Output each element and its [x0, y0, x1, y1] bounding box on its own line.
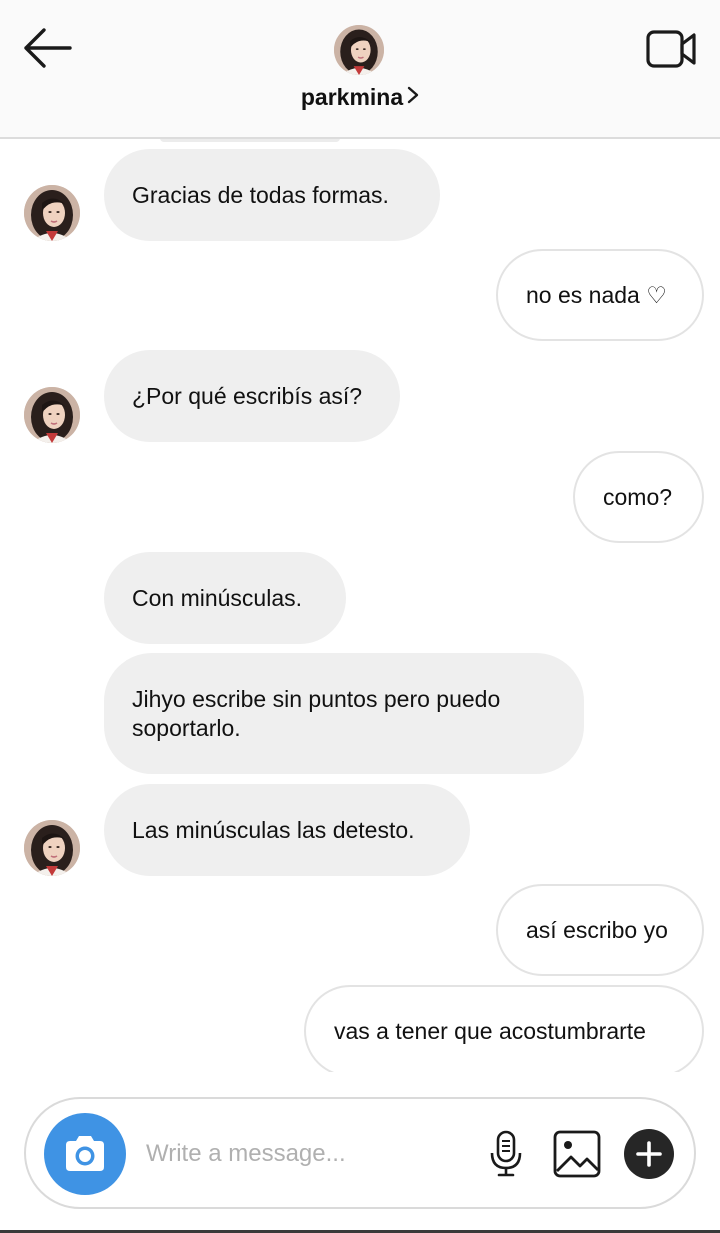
- video-call-button[interactable]: [644, 26, 700, 72]
- microphone-icon: [490, 1130, 522, 1177]
- back-button[interactable]: [20, 24, 76, 72]
- camera-button[interactable]: [44, 1113, 126, 1195]
- message-text: Jihyo escribe sin puntos pero puedo sopo…: [132, 685, 501, 741]
- sender-avatar[interactable]: [24, 820, 80, 876]
- message-input[interactable]: [146, 1129, 476, 1179]
- message-text: así escribo yo: [526, 916, 668, 943]
- sender-avatar[interactable]: [24, 387, 80, 443]
- contact-username: parkmina: [300, 84, 404, 110]
- message-text: Con minúsculas.: [132, 584, 303, 611]
- message-composer: [24, 1097, 696, 1209]
- camera-icon: [66, 1136, 104, 1171]
- message-text: no es nada ♡: [526, 281, 667, 308]
- plus-icon: [636, 1141, 662, 1167]
- outgoing-message[interactable]: como?: [573, 451, 704, 543]
- chevron-right-icon: [407, 86, 419, 104]
- message-text: vas a tener que acostumbrarte: [334, 1017, 646, 1044]
- sender-avatar[interactable]: [24, 185, 80, 241]
- incoming-message[interactable]: Con minúsculas.: [104, 552, 346, 644]
- message-text: Gracias de todas formas.: [132, 181, 389, 208]
- voice-message-button[interactable]: [488, 1129, 524, 1179]
- gallery-button[interactable]: [552, 1129, 602, 1179]
- incoming-message[interactable]: Gracias de todas formas.: [104, 149, 440, 241]
- outgoing-message[interactable]: vas a tener que acostumbrarte: [304, 985, 704, 1072]
- outgoing-message[interactable]: no es nada ♡: [496, 249, 704, 341]
- message-thread[interactable]: Gracias de todas formas. no es nada ♡ ¿P…: [0, 139, 720, 1072]
- clipped-previous-message: [160, 139, 340, 142]
- message-text: como?: [603, 483, 673, 510]
- message-text: Las minúsculas las detesto.: [132, 816, 415, 843]
- incoming-message[interactable]: ¿Por qué escribís así?: [104, 350, 400, 442]
- outgoing-message[interactable]: así escribo yo: [496, 884, 704, 976]
- incoming-message[interactable]: Jihyo escribe sin puntos pero puedo sopo…: [104, 653, 584, 774]
- gallery-icon: [553, 1130, 601, 1178]
- more-options-button[interactable]: [624, 1129, 674, 1179]
- arrow-left-icon: [24, 28, 72, 68]
- chat-header: parkmina: [0, 0, 720, 139]
- message-text: ¿Por qué escribís así?: [132, 382, 363, 409]
- incoming-message[interactable]: Las minúsculas las detesto.: [104, 784, 470, 876]
- contact-name-link[interactable]: parkmina: [0, 84, 720, 111]
- video-camera-icon: [646, 30, 696, 68]
- contact-avatar[interactable]: [334, 25, 384, 75]
